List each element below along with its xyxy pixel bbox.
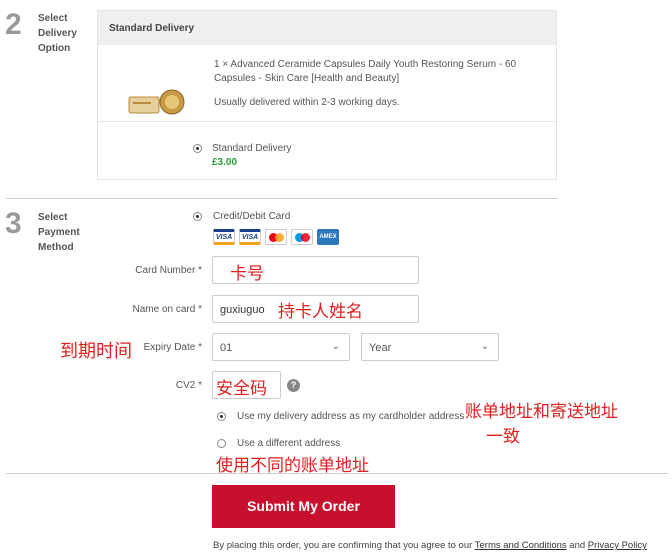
expiry-date-label: Expiry Date * xyxy=(143,342,202,353)
mastercard-icon xyxy=(265,229,287,245)
delivery-price: £3.00 xyxy=(212,157,238,168)
annotation-billing-same-2: 一致 xyxy=(486,427,520,447)
use-different-address-radio[interactable] xyxy=(217,439,226,448)
step-number-payment: 3 xyxy=(5,207,22,240)
chevron-down-icon: ⌄ xyxy=(331,341,340,352)
use-delivery-address-radio[interactable] xyxy=(217,412,226,421)
submit-order-button[interactable]: Submit My Order xyxy=(212,485,395,528)
expiry-month-value: 01 xyxy=(220,342,233,354)
name-on-card-label: Name on card * xyxy=(132,304,202,315)
step-label-payment: Select Payment Method xyxy=(38,212,80,253)
cv2-label: CV2 * xyxy=(175,380,202,391)
annotation-billing-same-1: 账单地址和寄送地址 xyxy=(465,402,618,422)
card-number-label: Card Number * xyxy=(135,265,202,276)
chevron-down-icon: ⌄ xyxy=(480,341,489,352)
product-title-line1: 1 × Advanced Ceramide Capsules Daily You… xyxy=(214,59,517,70)
delivery-panel-header: Standard Delivery xyxy=(98,11,556,45)
credit-card-radio[interactable] xyxy=(193,212,202,221)
terms-notice: By placing this order, you are confirmin… xyxy=(213,540,647,551)
delivery-eta: Usually delivered within 2-3 working day… xyxy=(214,97,400,108)
credit-card-label[interactable]: Credit/Debit Card xyxy=(213,211,290,222)
section-divider xyxy=(6,198,558,199)
terms-link[interactable]: Terms and Conditions xyxy=(475,540,567,551)
annotation-card-number: 卡号 xyxy=(230,264,264,284)
step-number-delivery: 2 xyxy=(5,8,22,41)
product-title-line2: Capsules - Skin Care [Health and Beauty] xyxy=(214,73,400,84)
annotation-name: 持卡人姓名 xyxy=(278,302,363,322)
help-icon[interactable]: ? xyxy=(287,379,300,392)
standard-delivery-radio[interactable] xyxy=(193,144,202,153)
submit-divider xyxy=(6,473,668,474)
product-image xyxy=(128,88,186,116)
step-label-delivery: Select Delivery Option xyxy=(38,13,77,54)
expiry-month-select[interactable]: 01 ⌄ xyxy=(212,333,350,361)
visa-electron-icon: VISA xyxy=(239,229,261,245)
amex-icon: AMEX xyxy=(317,229,339,245)
privacy-policy-link[interactable]: Privacy Policy xyxy=(588,540,647,551)
delivery-options-panel: Standard Delivery 1 × Advanced Ceramide … xyxy=(97,10,557,180)
maestro-icon xyxy=(291,229,313,245)
card-logos: VISA VISA AMEX xyxy=(213,229,339,245)
standard-delivery-label[interactable]: Standard Delivery xyxy=(212,143,291,154)
expiry-year-select[interactable]: Year ⌄ xyxy=(361,333,499,361)
delivery-divider xyxy=(98,121,556,122)
expiry-year-value: Year xyxy=(369,342,392,354)
use-delivery-address-label[interactable]: Use my delivery address as my cardholder… xyxy=(237,411,464,422)
use-different-address-label[interactable]: Use a different address xyxy=(237,438,340,449)
annotation-cv2: 安全码 xyxy=(216,379,267,399)
name-on-card-value: guxiuguo xyxy=(220,304,265,316)
visa-icon: VISA xyxy=(213,229,235,245)
